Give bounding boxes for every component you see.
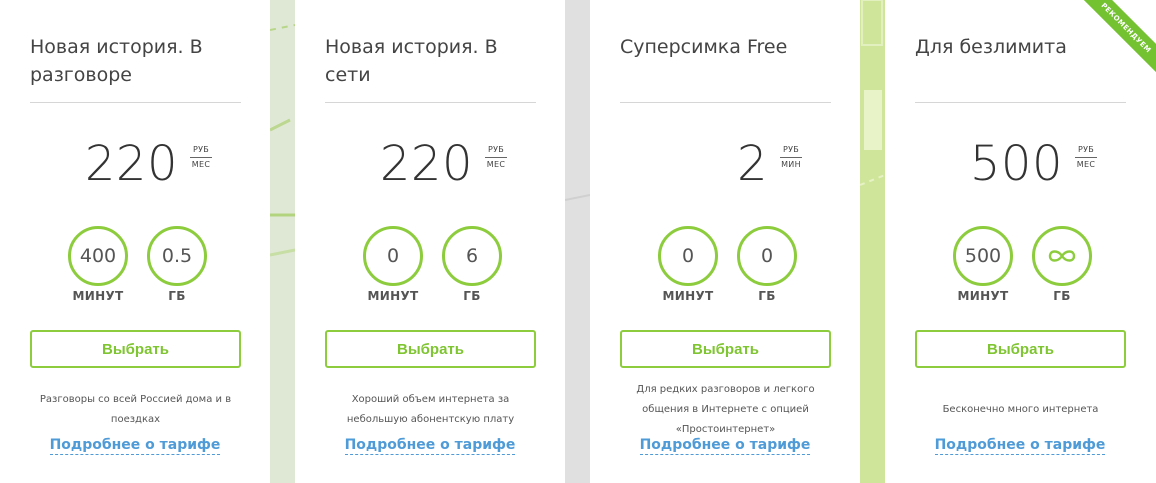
tariff-card: РЕКОМЕНДУЕМ Для безлимита 500 РУБ МЕС 50… xyxy=(885,0,1156,483)
price-unit: РУБ МЕС xyxy=(485,145,507,170)
minutes-label: МИНУТ xyxy=(367,289,419,303)
tariff-description: Для редких разговоров и легкого общения … xyxy=(636,384,815,435)
tariff-title: Для безлимита xyxy=(915,36,1067,58)
tariff-details-link[interactable]: Подробнее о тарифе xyxy=(344,437,516,455)
tariff-description: Бесконечно много интернета xyxy=(942,404,1099,415)
select-button[interactable]: Выбрать xyxy=(30,330,241,368)
tariff-title: Суперсимка Free xyxy=(620,36,788,58)
gb-circle: 0 xyxy=(737,226,797,286)
price-value: 2 xyxy=(736,136,768,192)
infinity-icon xyxy=(1048,250,1076,262)
price-unit-currency: РУБ xyxy=(190,145,212,158)
price-row: 2 РУБ МИН xyxy=(590,136,860,196)
price-unit: РУБ МИН xyxy=(780,145,802,170)
price-value: 220 xyxy=(84,136,178,192)
divider xyxy=(620,102,831,103)
tariff-details-link[interactable]: Подробнее о тарифе xyxy=(639,437,811,455)
tariff-card: Суперсимка Free 2 РУБ МИН 0 0 МИНУТ ГБ В… xyxy=(590,0,860,483)
minutes-circle: 0 xyxy=(658,226,718,286)
divider xyxy=(325,102,536,103)
price-unit: РУБ МЕС xyxy=(1075,145,1097,170)
background-strip xyxy=(860,0,885,483)
gb-label: ГБ xyxy=(1053,289,1071,303)
select-button[interactable]: Выбрать xyxy=(620,330,831,368)
tariff-description: Хороший объем интернета за небольшую або… xyxy=(346,394,515,425)
price-unit: РУБ МЕС xyxy=(190,145,212,170)
price-unit-period: МЕС xyxy=(486,160,506,169)
tariff-details-link[interactable]: Подробнее о тарифе xyxy=(49,437,221,455)
gb-circle xyxy=(1032,226,1092,286)
tariff-card: Новая история. В сети 220 РУБ МЕС 0 6 МИ… xyxy=(295,0,565,483)
price-unit-currency: РУБ xyxy=(780,145,802,158)
minutes-label: МИНУТ xyxy=(662,289,714,303)
price-row: 500 РУБ МЕС xyxy=(885,136,1155,196)
gb-label: ГБ xyxy=(168,289,186,303)
tariff-title: Новая история. В разговоре xyxy=(30,36,203,86)
tariff-description: Разговоры со всей Россией дома и в поезд… xyxy=(39,394,232,425)
gb-label: ГБ xyxy=(463,289,481,303)
gb-circle: 6 xyxy=(442,226,502,286)
price-unit-period: МИН xyxy=(781,160,801,169)
minutes-label: МИНУТ xyxy=(957,289,1009,303)
price-value: 500 xyxy=(969,136,1063,192)
tariff-details-link-wrap: Подробнее о тарифе xyxy=(590,437,860,455)
price-row: 220 РУБ МЕС xyxy=(295,136,565,196)
price-unit-period: МЕС xyxy=(1076,160,1096,169)
price-unit-period: МЕС xyxy=(191,160,211,169)
select-button[interactable]: Выбрать xyxy=(325,330,536,368)
divider xyxy=(915,102,1126,103)
background-strip xyxy=(565,0,590,483)
gb-label: ГБ xyxy=(758,289,776,303)
tariff-details-link-wrap: Подробнее о тарифе xyxy=(0,437,270,455)
select-button[interactable]: Выбрать xyxy=(915,330,1126,368)
price-unit-currency: РУБ xyxy=(1075,145,1097,158)
tariff-details-link[interactable]: Подробнее о тарифе xyxy=(934,437,1106,455)
minutes-label: МИНУТ xyxy=(72,289,124,303)
minutes-circle: 0 xyxy=(363,226,423,286)
gb-circle: 0.5 xyxy=(147,226,207,286)
tariff-details-link-wrap: Подробнее о тарифе xyxy=(885,437,1155,455)
tariff-card: Новая история. В разговоре 220 РУБ МЕС 4… xyxy=(0,0,270,483)
divider xyxy=(30,102,241,103)
minutes-circle: 500 xyxy=(953,226,1013,286)
price-row: 220 РУБ МЕС xyxy=(0,136,270,196)
minutes-circle: 400 xyxy=(68,226,128,286)
price-value: 220 xyxy=(379,136,473,192)
tariff-details-link-wrap: Подробнее о тарифе xyxy=(295,437,565,455)
background-strip xyxy=(270,0,295,483)
price-unit-currency: РУБ xyxy=(485,145,507,158)
tariff-title: Новая история. В сети xyxy=(325,36,498,86)
